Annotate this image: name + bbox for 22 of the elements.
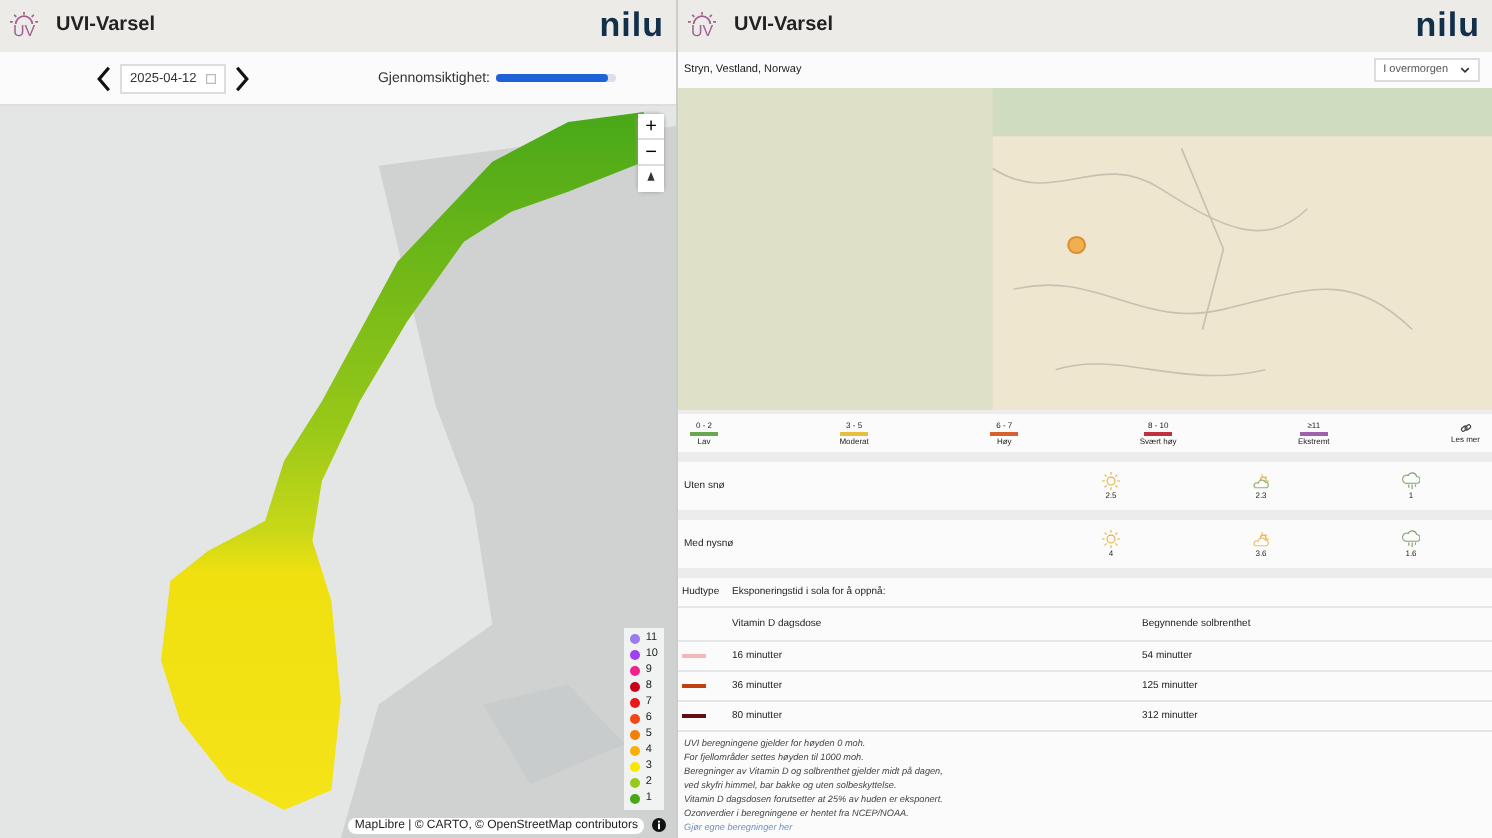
logo-mark: UV: [12, 24, 36, 41]
link-icon[interactable]: [1459, 422, 1472, 434]
nilu-logo: nilu: [599, 6, 664, 46]
cloud-rain-icon: [1402, 530, 1420, 548]
zoom-out-button[interactable]: −: [638, 140, 664, 166]
sun-logo-icon: [688, 11, 716, 25]
zoom-in-button[interactable]: +: [638, 114, 664, 140]
cloud-rain-icon: [1402, 472, 1420, 490]
next-day-icon[interactable]: [234, 65, 251, 91]
logo-mark: UV: [690, 24, 714, 41]
sun-icon: [1102, 530, 1120, 548]
previous-day-icon[interactable]: [96, 65, 112, 91]
sun-cloud-icon: [1252, 472, 1270, 490]
app-title: UVI-Varsel: [734, 14, 833, 37]
info-icon[interactable]: [652, 818, 666, 832]
nilu-logo: nilu: [1415, 6, 1480, 46]
compass-icon[interactable]: [638, 166, 664, 192]
caret-icon: [1460, 66, 1470, 74]
app-title: UVI-Varsel: [56, 14, 155, 37]
sun-logo-icon: [10, 11, 38, 25]
sun-cloud-icon: [1252, 530, 1270, 548]
sun-icon: [1102, 472, 1120, 490]
